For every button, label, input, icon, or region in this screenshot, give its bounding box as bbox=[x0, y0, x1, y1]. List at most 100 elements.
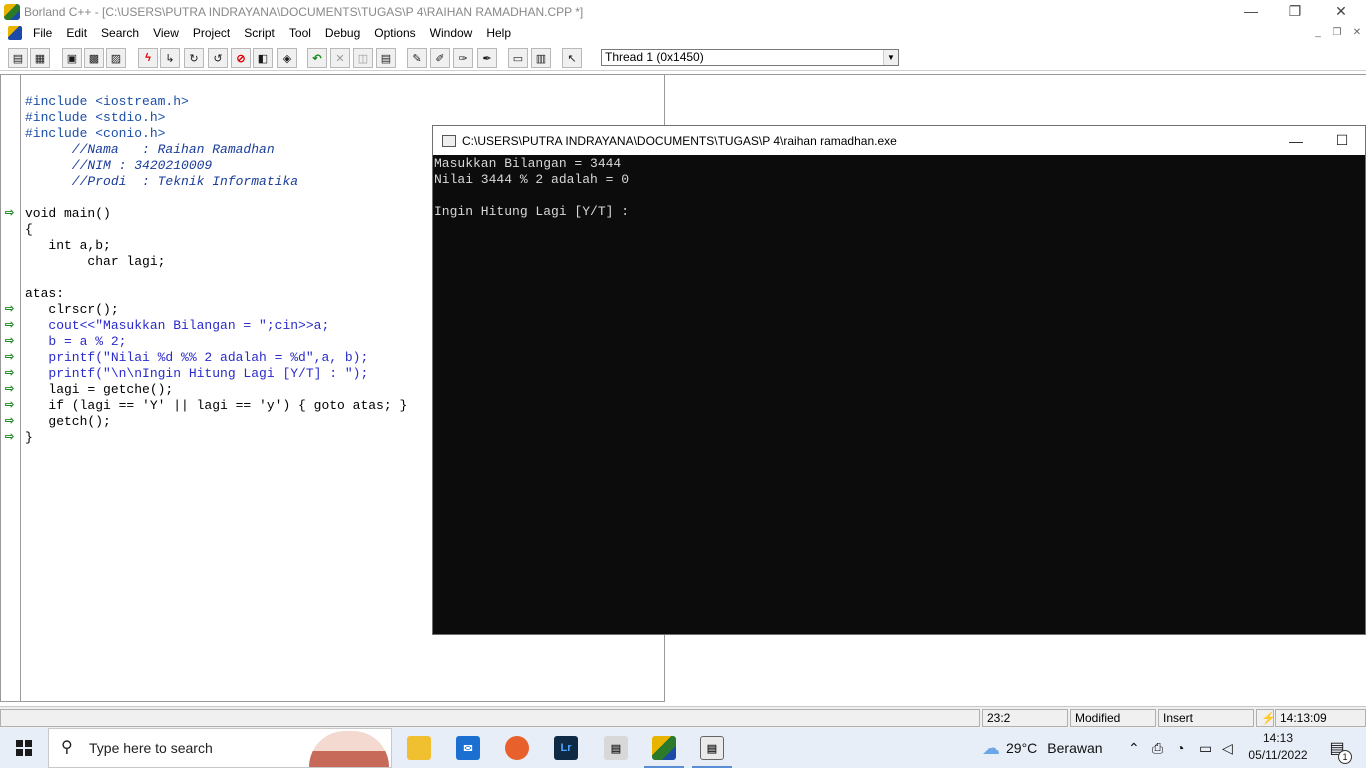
windows-logo-icon bbox=[16, 740, 32, 756]
lightroom-task[interactable]: Lr bbox=[542, 728, 590, 768]
code-line: } bbox=[25, 430, 33, 445]
open-project-icon[interactable]: ▤ bbox=[8, 48, 28, 68]
file-explorer-task[interactable] bbox=[395, 728, 443, 768]
inspect-icon[interactable]: ◈ bbox=[277, 48, 297, 68]
notification-button[interactable]: ▤ 1 bbox=[1322, 728, 1352, 768]
console-title-bar[interactable]: C:\USERS\PUTRA INDRAYANA\DOCUMENTS\TUGAS… bbox=[433, 126, 1365, 155]
find-icon[interactable]: ✎ bbox=[407, 48, 427, 68]
search-highlight-image bbox=[309, 731, 389, 767]
help-pointer-icon[interactable]: ↖ bbox=[562, 48, 582, 68]
minimize-button[interactable]: — bbox=[1228, 0, 1274, 22]
folder-icon bbox=[407, 736, 431, 760]
code-line: #include <conio.h> bbox=[25, 126, 166, 141]
breakpoint-icon[interactable]: ⇨ bbox=[5, 399, 19, 411]
code-line: cout<<"Masukkan Bilangan = ";cin>>a; bbox=[25, 318, 330, 333]
run-lightning-icon[interactable]: ϟ bbox=[138, 48, 158, 68]
battery-icon[interactable]: ▭ bbox=[1199, 728, 1212, 768]
menu-view[interactable]: View bbox=[150, 26, 182, 40]
build-icon[interactable]: ▨ bbox=[106, 48, 126, 68]
console-output[interactable]: Masukkan Bilangan = 3444 Nilai 3444 % 2 … bbox=[433, 156, 1365, 220]
console-maximize-button[interactable]: ☐ bbox=[1319, 126, 1365, 155]
chevron-down-icon[interactable]: ▼ bbox=[883, 50, 898, 65]
breakpoint-icon[interactable]: ⇨ bbox=[5, 351, 19, 363]
cut-icon[interactable]: ✕ bbox=[330, 48, 350, 68]
notification-badge: 1 bbox=[1338, 750, 1352, 764]
menu-tool[interactable]: Tool bbox=[286, 26, 314, 40]
code-line: getch(); bbox=[25, 414, 111, 429]
cascade-window-icon[interactable]: ▥ bbox=[531, 48, 551, 68]
firefox-icon bbox=[505, 736, 529, 760]
code-line: printf("Nilai %d %% 2 adalah = %d",a, b)… bbox=[25, 350, 369, 365]
breakpoint-icon[interactable]: ⇨ bbox=[5, 335, 19, 347]
installer-task[interactable]: ▤ bbox=[592, 728, 640, 768]
breakpoint-icon[interactable]: ⇨ bbox=[5, 367, 19, 379]
volume-icon[interactable]: ◁ bbox=[1222, 728, 1233, 768]
breakpoint-icon[interactable]: ⇨ bbox=[5, 207, 19, 219]
code-content[interactable]: #include <iostream.h> #include <stdio.h> #… bbox=[25, 78, 407, 478]
device-icon[interactable]: ⎙ bbox=[1152, 728, 1163, 768]
mdi-minimize-button[interactable]: _ bbox=[1311, 27, 1325, 39]
pause-icon[interactable]: ◧ bbox=[253, 48, 273, 68]
breakpoint-icon[interactable]: ⇨ bbox=[5, 319, 19, 331]
code-line: void main() bbox=[25, 206, 111, 221]
console-window[interactable]: C:\USERS\PUTRA INDRAYANA\DOCUMENTS\TUGAS… bbox=[432, 125, 1366, 635]
weather-desc: Berawan bbox=[1047, 740, 1103, 756]
chevron-up-icon[interactable]: ⌃ bbox=[1128, 728, 1140, 768]
lightning-icon: ⚡ bbox=[1256, 709, 1276, 727]
breakpoint-icon[interactable]: ⇨ bbox=[5, 431, 19, 443]
thread-select[interactable]: Thread 1 (0x1450) ▼ bbox=[601, 49, 899, 66]
code-line: //Nama : Raihan Ramadhan bbox=[25, 142, 275, 157]
status-bar: 23:2 Modified Insert ⚡ 14:13:09 bbox=[0, 706, 1366, 728]
taskbar: ⚲ Type here to search ✉ Lr ▤ ▤ ☁ 29°C Be… bbox=[0, 728, 1366, 768]
run-to-cursor-icon[interactable]: ↺ bbox=[208, 48, 228, 68]
copy-icon[interactable]: ◫ bbox=[353, 48, 373, 68]
mail-task[interactable]: ✉ bbox=[444, 728, 492, 768]
breakpoint-icon[interactable]: ⇨ bbox=[5, 383, 19, 395]
compile-icon[interactable]: ▣ bbox=[62, 48, 82, 68]
thread-select-value: Thread 1 (0x1450) bbox=[605, 50, 704, 64]
insert-mode: Insert bbox=[1158, 709, 1254, 727]
editor-gutter[interactable]: ⇨ ⇨ ⇨ ⇨ ⇨ ⇨ ⇨ ⇨ ⇨ ⇨ bbox=[1, 75, 21, 701]
menu-edit[interactable]: Edit bbox=[63, 26, 90, 40]
console-minimize-button[interactable]: — bbox=[1273, 126, 1319, 155]
wifi-icon[interactable]: ◔ bbox=[1176, 728, 1184, 768]
menu-help[interactable]: Help bbox=[483, 26, 514, 40]
code-line: int a,b; bbox=[25, 238, 111, 253]
menu-project[interactable]: Project bbox=[190, 26, 233, 40]
code-line: printf("\n\nIngin Hitung Lagi [Y/T] : ")… bbox=[25, 366, 369, 381]
taskbar-search[interactable]: ⚲ Type here to search bbox=[48, 728, 392, 768]
menu-file[interactable]: File bbox=[30, 26, 55, 40]
menu-search[interactable]: Search bbox=[98, 26, 142, 40]
menu-window[interactable]: Window bbox=[427, 26, 476, 40]
goto-icon[interactable]: ✒ bbox=[477, 48, 497, 68]
borland-task[interactable] bbox=[640, 728, 688, 768]
close-button[interactable]: ✕ bbox=[1318, 0, 1364, 22]
step-over-icon[interactable]: ↳ bbox=[160, 48, 180, 68]
trace-into-icon[interactable]: ↻ bbox=[184, 48, 204, 68]
save-all-icon[interactable]: ▦ bbox=[30, 48, 50, 68]
start-button[interactable] bbox=[0, 728, 48, 768]
mdi-close-button[interactable]: ✕ bbox=[1350, 27, 1364, 39]
menu-options[interactable]: Options bbox=[371, 26, 418, 40]
paste-icon[interactable]: ▤ bbox=[376, 48, 396, 68]
restore-button[interactable]: ❐ bbox=[1272, 0, 1318, 22]
console-task[interactable]: ▤ bbox=[688, 728, 736, 768]
replace-icon[interactable]: ✐ bbox=[430, 48, 450, 68]
tile-window-icon[interactable]: ▭ bbox=[508, 48, 528, 68]
mdi-restore-button[interactable]: ❐ bbox=[1330, 27, 1344, 39]
undo-icon[interactable]: ↶ bbox=[307, 48, 327, 68]
code-line: lagi = getche(); bbox=[25, 382, 174, 397]
firefox-task[interactable] bbox=[493, 728, 541, 768]
stop-icon[interactable]: ⊘ bbox=[231, 48, 251, 68]
search-again-icon[interactable]: ✑ bbox=[453, 48, 473, 68]
code-line: #include <stdio.h> bbox=[25, 110, 166, 125]
breakpoint-icon[interactable]: ⇨ bbox=[5, 415, 19, 427]
installer-icon: ▤ bbox=[604, 736, 628, 760]
make-icon[interactable]: ▩ bbox=[84, 48, 104, 68]
menu-debug[interactable]: Debug bbox=[322, 26, 363, 40]
weather-widget[interactable]: ☁ 29°C Berawan bbox=[982, 728, 1103, 768]
taskbar-clock[interactable]: 14:13 05/11/2022 bbox=[1246, 730, 1310, 764]
breakpoint-icon[interactable]: ⇨ bbox=[5, 303, 19, 315]
menu-script[interactable]: Script bbox=[241, 26, 278, 40]
